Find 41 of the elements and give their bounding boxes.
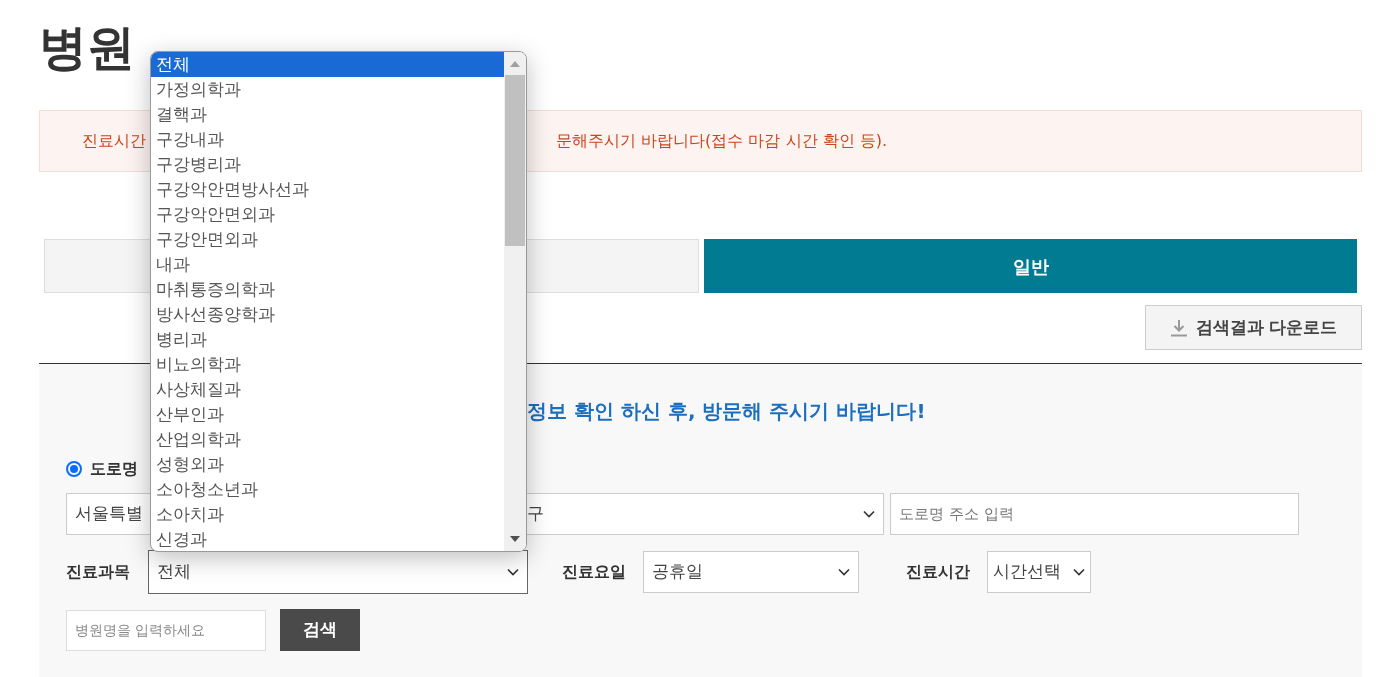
radio-button[interactable] — [66, 461, 82, 477]
dropdown-option[interactable]: 구강안면외과 — [151, 227, 504, 252]
dropdown-option[interactable]: 구강악안면외과 — [151, 202, 504, 227]
dropdown-option[interactable]: 구강병리과 — [151, 152, 504, 177]
download-button[interactable]: 검색결과 다운로드 — [1145, 305, 1362, 350]
dropdown-option[interactable]: 산부인과 — [151, 402, 504, 427]
notice-text: 문해주시기 바랍니다(접수 마감 시간 확인 등). — [556, 130, 887, 152]
notice-text: 진료시간 — [82, 130, 146, 152]
scroll-up-icon[interactable] — [510, 61, 520, 67]
chevron-down-icon — [1073, 568, 1085, 576]
field-label: 진료시간 — [906, 561, 971, 583]
road-address-field[interactable]: 도로명 주소 입력 — [890, 493, 1299, 535]
page-title: 병원 — [39, 18, 135, 77]
dropdown-option[interactable]: 전체 — [151, 52, 504, 77]
dropdown-option[interactable]: 산업의학과 — [151, 427, 504, 452]
dropdown-option[interactable]: 구강악안면방사선과 — [151, 177, 504, 202]
dropdown-option[interactable]: 내과 — [151, 252, 504, 277]
department-select[interactable]: 전체 — [148, 550, 528, 594]
chevron-down-icon — [507, 568, 519, 576]
dropdown-option[interactable]: 방사선종양학과 — [151, 302, 504, 327]
dropdown-option[interactable]: 사상체질과 — [151, 377, 504, 402]
dropdown-option[interactable]: 성형외과 — [151, 452, 504, 477]
dropdown-option[interactable]: 마취통증의학과 — [151, 277, 504, 302]
notice-heading: 정보 확인 하신 후, 방문해 주시기 바랍니다! — [527, 398, 926, 425]
radio-label: 도로명 — [90, 458, 138, 480]
chevron-down-icon — [838, 568, 850, 576]
search-button[interactable]: 검색 — [280, 609, 360, 651]
time-select[interactable]: 시간선택 — [987, 551, 1091, 593]
dropdown-option[interactable]: 비뇨의학과 — [151, 352, 504, 377]
dropdown-option[interactable]: 구강내과 — [151, 127, 504, 152]
day-select[interactable]: 공휴일 — [643, 551, 859, 593]
chevron-down-icon — [863, 510, 875, 518]
field-label: 진료요일 — [562, 561, 627, 583]
dropdown-option[interactable]: 가정의학과 — [151, 77, 504, 102]
tab[interactable]: 일반 — [704, 239, 1357, 293]
hospital-name-field[interactable]: 병원명을 입력하세요 — [66, 609, 266, 651]
dropdown-option[interactable]: 결핵과 — [151, 102, 504, 127]
scrollbar[interactable] — [504, 52, 526, 551]
download-icon — [1169, 318, 1188, 337]
dropdown-option[interactable]: 병리과 — [151, 327, 504, 352]
field-label: 진료과목 — [66, 561, 131, 583]
